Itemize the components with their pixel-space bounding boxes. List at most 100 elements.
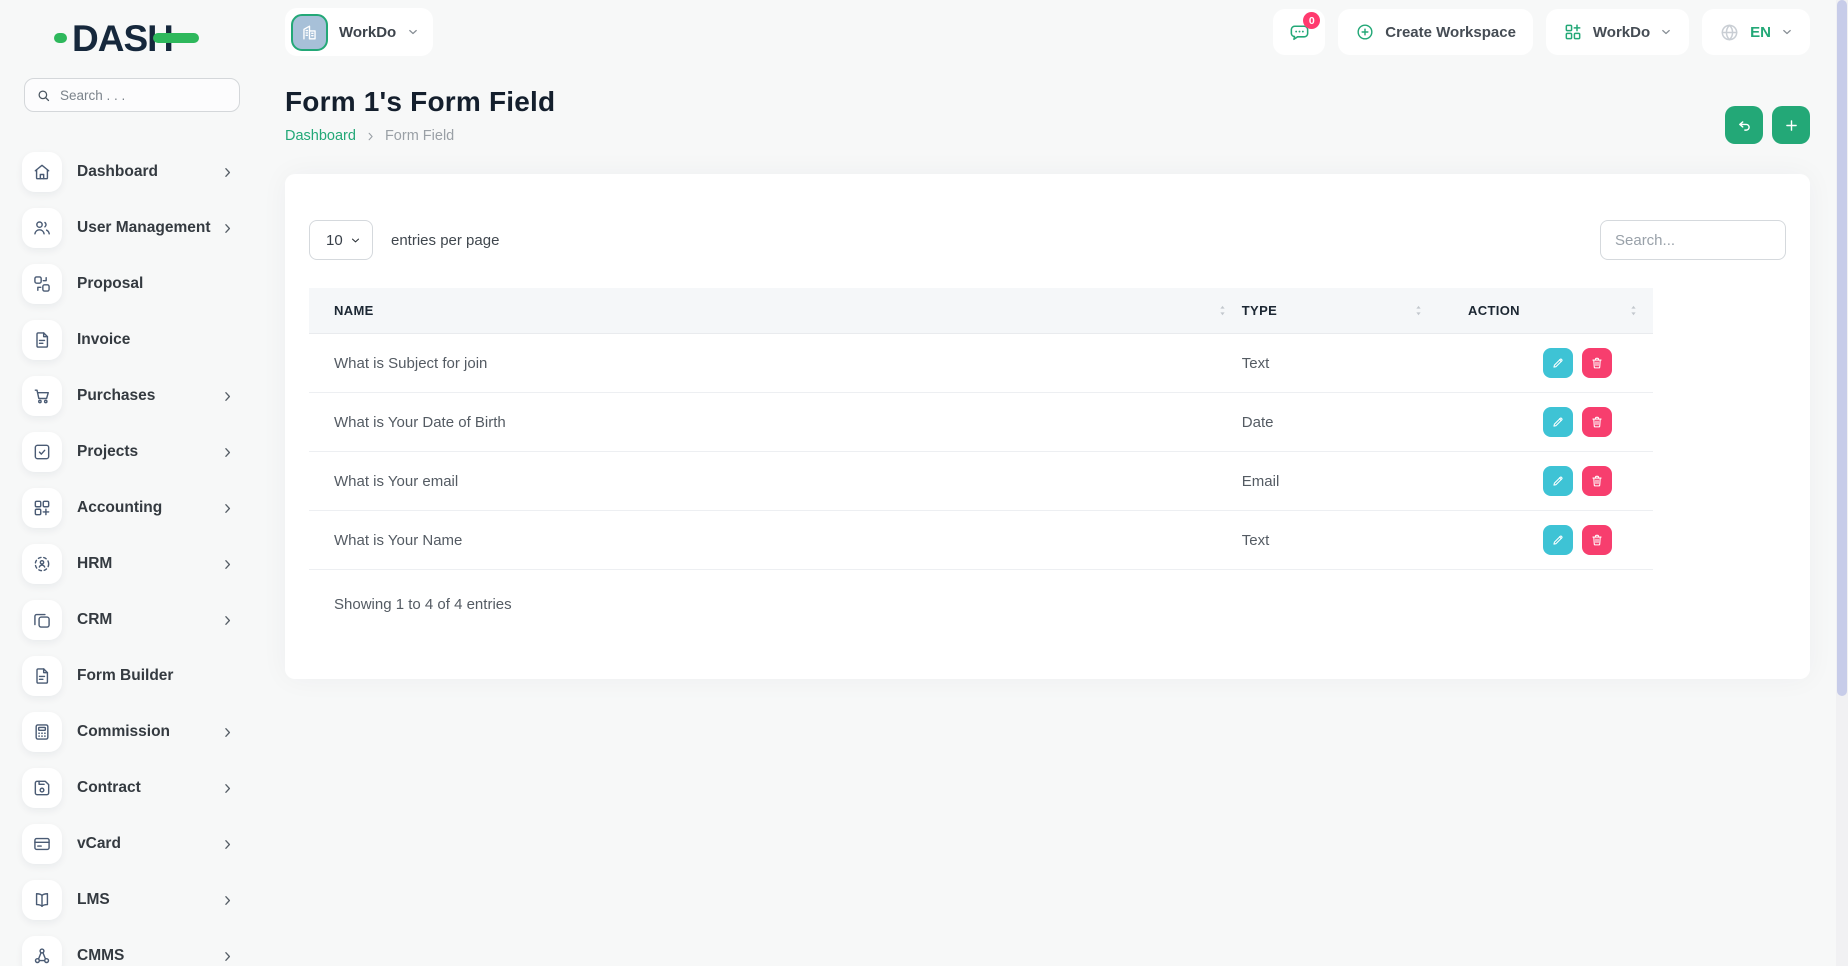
brand-logo[interactable]: DASH [54,18,260,58]
undo-arrow-icon [1736,117,1753,134]
home-icon [32,162,52,182]
back-button[interactable] [1725,106,1763,144]
entries-per-page-select[interactable]: 10 [309,220,373,260]
delete-button[interactable] [1582,466,1612,496]
users-icon [32,218,52,238]
sidebar-search-input[interactable] [60,88,228,103]
sidebar-item-user-management[interactable]: User Management [0,200,260,256]
sidebar-item-hrm[interactable]: HRM [0,536,260,592]
scrollbar-thumb[interactable] [1837,0,1847,696]
topbar: WorkDo 0 Create Workspace WorkDo EN [285,8,1810,56]
trash-icon [1590,533,1604,547]
delete-button[interactable] [1582,525,1612,555]
table-column-header-type[interactable]: TYPE [1242,288,1438,333]
sidebar-item-proposal[interactable]: Proposal [0,256,260,312]
delete-button[interactable] [1582,348,1612,378]
sidebar-item-invoice[interactable]: Invoice [0,312,260,368]
share-nodes-icon [32,946,52,966]
sidebar-item-accounting[interactable]: Accounting [0,480,260,536]
breadcrumb-link-dashboard[interactable]: Dashboard [285,128,356,144]
file-text-icon [32,666,52,686]
sidebar-item-label: LMS [77,891,110,909]
edit-button[interactable] [1543,525,1573,555]
breadcrumb: Dashboard Form Field [285,128,555,144]
entries-per-page-label: entries per page [391,232,499,249]
chevron-right-icon [365,131,376,142]
breadcrumb-current: Form Field [385,128,454,144]
language-selector[interactable]: EN [1702,9,1810,55]
workspace-switcher[interactable]: WorkDo [1546,9,1689,55]
sidebar-item-commission[interactable]: Commission [0,704,260,760]
edit-button[interactable] [1543,466,1573,496]
cell-type: Text [1242,355,1438,372]
trash-icon [1590,356,1604,370]
sidebar-item-label: CMMS [77,947,124,965]
scrollbar-track[interactable] [1836,0,1848,966]
language-label: EN [1750,24,1771,41]
sidebar-item-purchases[interactable]: Purchases [0,368,260,424]
table-column-header-action[interactable]: ACTION [1438,288,1653,333]
sidebar-item-icon-tile [22,208,62,248]
table-search-input[interactable] [1600,220,1786,260]
cell-action [1438,407,1653,437]
sidebar: DASH Dashboard User Management Proposal … [0,0,260,966]
sidebar-item-icon-tile [22,152,62,192]
sidebar-item-icon-tile [22,656,62,696]
sidebar-nav: Dashboard User Management Proposal Invoi… [0,144,260,966]
delete-button[interactable] [1582,407,1612,437]
main-content: WorkDo 0 Create Workspace WorkDo EN [260,8,1848,679]
table-row: What is Your Date of Birth Date [309,393,1653,452]
pencil-icon [1551,415,1565,429]
workspace-pill[interactable]: WorkDo [285,8,433,56]
sidebar-item-contract[interactable]: Contract [0,760,260,816]
trash-icon [1590,415,1604,429]
sidebar-item-vcard[interactable]: vCard [0,816,260,872]
sidebar-item-form-builder[interactable]: Form Builder [0,648,260,704]
cell-action [1438,348,1653,378]
table-controls: 10 entries per page [309,220,1786,260]
sidebar-item-icon-tile [22,544,62,584]
table-row: What is Your email Email [309,452,1653,511]
sidebar-item-icon-tile [22,264,62,304]
workspace-switcher-label: WorkDo [1593,24,1650,41]
sort-icon [1215,303,1230,318]
chevron-right-icon [221,166,234,179]
grid-plus-icon [32,498,52,518]
chevron-right-icon [221,726,234,739]
form-fields-table: NAME TYPE ACTION What is Subject for joi… [309,288,1653,570]
create-workspace-button[interactable]: Create Workspace [1338,9,1533,55]
sidebar-item-icon-tile [22,320,62,360]
page-actions [1725,106,1810,144]
edit-button[interactable] [1543,407,1573,437]
chevron-right-icon [221,950,234,963]
sidebar-item-icon-tile [22,376,62,416]
chevron-down-icon [1660,26,1672,38]
sidebar-item-label: Projects [77,443,138,461]
page-title: Form 1's Form Field [285,86,555,118]
messages-count-badge: 0 [1303,12,1320,29]
table-column-header-name[interactable]: NAME [309,288,1242,333]
form-fields-card: 10 entries per page NAME TYPE ACTION Wha… [285,174,1810,679]
sidebar-item-label: User Management [77,219,211,237]
sidebar-item-icon-tile [22,768,62,808]
sidebar-item-projects[interactable]: Projects [0,424,260,480]
sidebar-item-cmms[interactable]: CMMS [0,928,260,966]
add-form-field-button[interactable] [1772,106,1810,144]
sidebar-item-label: Proposal [77,275,143,293]
workspace-avatar [291,14,328,51]
sidebar-item-icon-tile [22,880,62,920]
calculator-icon [32,722,52,742]
workspace-name: WorkDo [339,24,396,41]
messages-button[interactable]: 0 [1273,9,1325,55]
table-row: What is Your Name Text [309,511,1653,570]
trash-icon [1590,474,1604,488]
chevron-down-icon [350,235,361,246]
sidebar-item-icon-tile [22,488,62,528]
sidebar-item-lms[interactable]: LMS [0,872,260,928]
sidebar-item-label: Dashboard [77,163,158,181]
edit-button[interactable] [1543,348,1573,378]
chevron-right-icon [221,390,234,403]
sidebar-item-crm[interactable]: CRM [0,592,260,648]
credit-card-icon [32,834,52,854]
sidebar-item-dashboard[interactable]: Dashboard [0,144,260,200]
